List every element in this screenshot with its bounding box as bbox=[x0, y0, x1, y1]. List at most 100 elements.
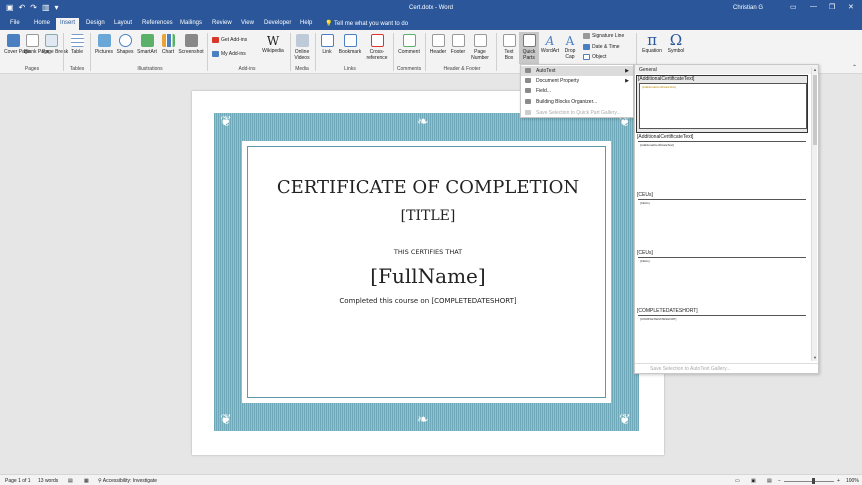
signature-line-button[interactable]: Signature Line bbox=[583, 33, 624, 39]
scroll-thumb[interactable] bbox=[813, 75, 817, 145]
quick-parts-button[interactable]: Quick Parts bbox=[519, 32, 539, 64]
autotext-entry-title: [CEUs] bbox=[637, 250, 653, 256]
tab-layout[interactable]: Layout bbox=[114, 20, 132, 26]
collapse-ribbon-icon[interactable]: ⌃ bbox=[852, 64, 857, 71]
page-break-button[interactable]: Page Break bbox=[42, 34, 68, 55]
blank-page-button[interactable]: Blank Page bbox=[24, 34, 50, 55]
corner-ornament: ❦ bbox=[220, 114, 232, 130]
minimize-button[interactable]: — bbox=[810, 3, 817, 10]
tab-file[interactable]: File bbox=[10, 20, 20, 26]
tab-design[interactable]: Design bbox=[86, 20, 105, 26]
pictures-icon bbox=[97, 34, 111, 47]
accessibility-icon: ⚲ bbox=[98, 478, 102, 484]
completion-text[interactable]: Completed this course on [COMPLETEDATESH… bbox=[192, 297, 664, 305]
wordart-button[interactable]: A WordArt bbox=[540, 34, 560, 54]
ribbon-tabs: File Home Insert Design Layout Reference… bbox=[0, 17, 862, 30]
autotext-entry[interactable]: [AdditionalCertificateText] [AdditionalC… bbox=[636, 134, 808, 190]
chart-button[interactable]: Chart bbox=[160, 34, 176, 55]
get-addins-button[interactable]: Get Add-ins bbox=[212, 37, 247, 43]
page-number-button[interactable]: Page Number bbox=[469, 34, 491, 61]
certificate-subtitle[interactable]: [TITLE] bbox=[192, 208, 664, 224]
autotext-gallery: General [AdditionalCertificateText] [Add… bbox=[634, 64, 819, 374]
footer-button[interactable]: Footer bbox=[449, 34, 467, 55]
drop-cap-button[interactable]: A Drop Cap bbox=[561, 34, 579, 60]
tab-insert[interactable]: Insert bbox=[56, 18, 80, 30]
gallery-category-header: General bbox=[635, 65, 818, 74]
tab-review[interactable]: Review bbox=[212, 20, 232, 26]
page-count[interactable]: Page 1 of 1 bbox=[5, 478, 31, 484]
comment-button[interactable]: Comment bbox=[396, 34, 422, 55]
autotext-entry-title: [AdditionalCertificateText] bbox=[637, 134, 694, 140]
group-label-pages: Pages bbox=[24, 66, 40, 72]
signature-line-icon bbox=[583, 33, 590, 39]
tell-me-search[interactable]: 💡 Tell me what you want to do bbox=[325, 20, 408, 27]
document-page[interactable]: ❦ ❦ ❦ ❦ ❧ ❧ CERTIFICATE OF COMPLETION [T… bbox=[192, 91, 664, 455]
bookmark-button[interactable]: Bookmark bbox=[337, 34, 363, 55]
autotext-entry[interactable]: [CEUs] [CEUs] bbox=[636, 192, 808, 248]
autotext-entry[interactable]: [CEUs] [CEUs] bbox=[636, 250, 808, 306]
date-time-button[interactable]: Date & Time bbox=[583, 44, 620, 50]
certifies-text[interactable]: THIS CERTIFIES THAT bbox=[192, 248, 664, 256]
tab-home[interactable]: Home bbox=[34, 20, 50, 26]
tab-view[interactable]: View bbox=[241, 20, 254, 26]
shapes-button[interactable]: Shapes bbox=[116, 34, 134, 55]
macro-recording-icon[interactable]: ▦ bbox=[84, 478, 89, 484]
zoom-slider[interactable] bbox=[784, 481, 834, 482]
tab-references[interactable]: References bbox=[142, 20, 173, 26]
proofing-icon[interactable]: ▤ bbox=[68, 478, 73, 484]
menu-item-autotext[interactable]: AutoText ▶ bbox=[521, 66, 633, 76]
group-label-header-footer: Header & Footer bbox=[443, 66, 481, 72]
user-name[interactable]: Christian G bbox=[733, 5, 763, 11]
header-button[interactable]: Header bbox=[429, 34, 447, 55]
word-count[interactable]: 13 words bbox=[38, 478, 58, 484]
table-button[interactable]: Table bbox=[68, 34, 86, 55]
link-button[interactable]: Link bbox=[319, 34, 335, 55]
scroll-down-icon[interactable]: ▼ bbox=[812, 355, 818, 360]
accessibility-status[interactable]: ⚲ Accessibility: Investigate bbox=[98, 478, 157, 484]
autotext-entry[interactable]: [COMPLETEDATESHORT] [COMPLETEDATESHORT] bbox=[636, 308, 808, 360]
group-label-addins: Add-ins bbox=[238, 66, 256, 72]
scroll-up-icon[interactable]: ▲ bbox=[812, 67, 818, 72]
print-layout-icon[interactable]: ▣ bbox=[751, 478, 756, 484]
table-icon bbox=[70, 34, 84, 47]
text-box-button[interactable]: Text Box bbox=[500, 34, 518, 61]
symbol-button[interactable]: Ω Symbol bbox=[665, 32, 687, 54]
gallery-scrollbar[interactable]: ▲ ▼ bbox=[811, 67, 817, 361]
autotext-entry[interactable]: [AdditionalCertificateText] [AdditionalC… bbox=[636, 75, 808, 133]
cover-page-button[interactable]: Cover Page bbox=[4, 34, 30, 55]
cross-reference-button[interactable]: Cross-reference bbox=[364, 34, 390, 61]
ribbon-display-options-icon[interactable]: ▭ bbox=[790, 3, 797, 11]
zoom-level[interactable]: 100% bbox=[846, 478, 859, 484]
my-addins-button[interactable]: My Add-ins bbox=[212, 51, 246, 57]
group-separator bbox=[207, 33, 208, 71]
smartart-button[interactable]: SmartArt bbox=[136, 34, 158, 55]
top-ornament: ❧ bbox=[417, 114, 429, 130]
screenshot-icon bbox=[184, 34, 198, 47]
read-mode-icon[interactable]: ▭ bbox=[735, 478, 740, 484]
online-videos-button[interactable]: Online Videos bbox=[292, 34, 312, 61]
close-button[interactable]: ✕ bbox=[848, 3, 854, 11]
group-separator bbox=[63, 33, 64, 71]
menu-item-document-property[interactable]: Document Property ▶ bbox=[521, 76, 633, 86]
pictures-button[interactable]: Pictures bbox=[94, 34, 114, 55]
object-icon bbox=[583, 54, 590, 60]
web-layout-icon[interactable]: ▤ bbox=[767, 478, 772, 484]
tab-developer[interactable]: Developer bbox=[264, 20, 291, 26]
zoom-out-icon[interactable]: − bbox=[778, 478, 781, 484]
field-icon bbox=[525, 88, 531, 93]
zoom-in-icon[interactable]: + bbox=[837, 478, 840, 484]
wikipedia-button[interactable]: W Wikipedia bbox=[259, 34, 287, 54]
recipient-name[interactable]: [FullName] bbox=[192, 264, 664, 288]
tab-help[interactable]: Help bbox=[300, 20, 312, 26]
screenshot-button[interactable]: Screenshot bbox=[178, 34, 204, 55]
tab-mailings[interactable]: Mailings bbox=[180, 20, 202, 26]
restore-button[interactable]: ❐ bbox=[829, 3, 835, 11]
menu-item-field[interactable]: Field... bbox=[521, 86, 633, 96]
bottom-ornament: ❧ bbox=[417, 412, 429, 428]
equation-button[interactable]: π Equation bbox=[640, 32, 664, 54]
object-button[interactable]: Object bbox=[583, 54, 606, 60]
certificate-title[interactable]: CERTIFICATE OF COMPLETION bbox=[192, 177, 664, 198]
group-separator bbox=[90, 33, 91, 71]
menu-item-building-blocks-organizer[interactable]: Building Blocks Organizer... bbox=[521, 97, 633, 107]
zoom-slider-knob[interactable] bbox=[812, 478, 815, 484]
